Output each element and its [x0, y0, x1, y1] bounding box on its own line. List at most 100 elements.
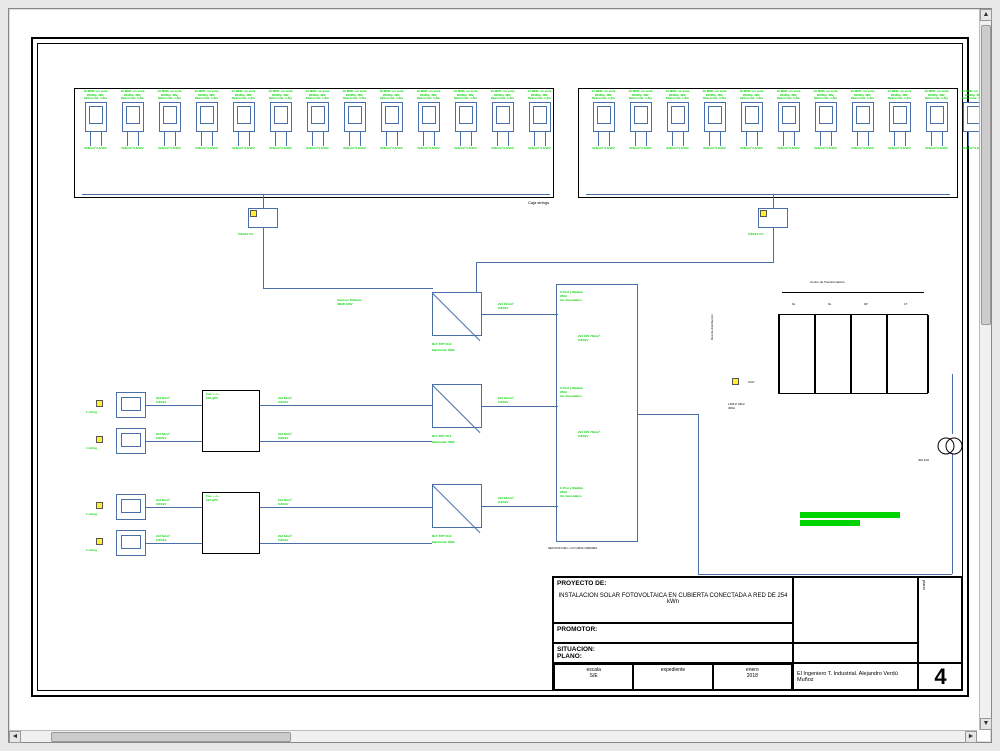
inverter-1 [432, 292, 482, 336]
pv-cable-label: 2x6mm² 0,6/1kV [84, 146, 107, 150]
wire [638, 414, 698, 415]
pv-cable-label: 2x6mm² 0,6/1kV [454, 146, 477, 150]
sheet-border-inner: 10 MOD. en serie 200Wp, 48V, Monocrist. … [37, 43, 963, 691]
inverter-3-cable: 2x2 16mm² 0,6/1kV [498, 496, 514, 504]
combiner-note-right: 0,6/1kV CC [748, 232, 764, 236]
meter-icon [732, 378, 739, 385]
pv-module-label: 10 MOD. en serie 200Wp, 48V, Monocrist. … [379, 90, 403, 101]
wire [260, 441, 432, 442]
scroll-down-button[interactable]: ▼ [980, 718, 992, 730]
pv-cable-label: 2x6mm² 0,6/1kV [740, 146, 763, 150]
combiner-caption-left: Caja strings [528, 200, 549, 205]
pv-cable-label: 2x6mm² 0,6/1kV [592, 146, 615, 150]
pv-module-label: 10 MOD. en serie 200Wp, 48V, Monocrist. … [665, 90, 689, 101]
string-marker-icon [96, 502, 103, 509]
scroll-right-button[interactable]: ► [965, 731, 977, 743]
junction-label-3: C.Prot y Medida 250A Int. Automático [560, 486, 583, 498]
pv-wire-icon [344, 132, 366, 146]
pv-wire-icon [593, 132, 615, 146]
inverter-3-below: Ref: STP 40-3 [432, 534, 451, 538]
scroll-thumb-vertical[interactable] [981, 25, 991, 325]
bay-label-1: 0L [792, 302, 795, 306]
scrollbar-vertical[interactable]: ▲ ▼ [979, 9, 991, 730]
scroll-left-button[interactable]: ◄ [9, 731, 21, 743]
xfmr-label: 400 kVA [918, 458, 929, 462]
meter-label: CGP [748, 380, 755, 384]
drawing-sheet: 10 MOD. en serie 200Wp, 48V, Monocrist. … [31, 37, 969, 697]
pv-cable-label: 2x6mm² 0,6/1kV [491, 146, 514, 150]
pv-wire-icon [381, 132, 403, 146]
tb-fecha-value: 2018 [716, 673, 789, 679]
pv-module-label: 10 MOD. en serie 200Wp, 48V, Monocrist. … [702, 90, 726, 101]
scrollbar-horizontal[interactable]: ◄ ► [9, 730, 977, 742]
cad-viewer-frame: 10 MOD. en serie 200Wp, 48V, Monocrist. … [8, 8, 992, 743]
pv-wire-icon [852, 132, 874, 146]
bay-label-4: 1T [904, 302, 908, 306]
pv-string: 10 MOD. en serie 200Wp, 48V, Monocrist. … [882, 90, 917, 150]
pv-wire-icon [233, 132, 255, 146]
pv-cable-label: 2x6mm² 0,6/1kV [269, 146, 292, 150]
pv-cable-label: 2x6mm² 0,6/1kV [232, 146, 255, 150]
bay-3 [851, 315, 887, 393]
fuse-box-label: Fus. —/— 10A gPV [206, 392, 220, 400]
tb-proyecto-text: INSTALACION SOLAR FOTOVOLTAICA EN CUBIER… [557, 593, 789, 605]
wire [952, 454, 953, 574]
pv-panel-icon [381, 102, 403, 132]
pv-wire-icon [704, 132, 726, 146]
pv-string: 10 MOD. en serie 200Wp, 48V, Monocrist. … [300, 90, 335, 150]
tb-expediente: expediente [633, 664, 712, 690]
wire [773, 194, 774, 208]
wire [482, 406, 558, 407]
pv-string: 10 MOD. en serie 200Wp, 48V, Monocrist. … [586, 90, 621, 150]
tb-bottom-row: escala S/E expediente enero 2018 [553, 663, 793, 691]
pv-panel-icon [233, 102, 255, 132]
pv-string: 10 MOD. en serie 200Wp, 48V, Monocrist. … [115, 90, 150, 150]
pv-panel-icon [741, 102, 763, 132]
wire [260, 405, 432, 406]
pv-wire-icon [926, 132, 948, 146]
tb-side-plano: plano [918, 577, 963, 663]
pv-cable-label: 2x6mm² 0,6/1kV [121, 146, 144, 150]
inverter-2-cable: 2x2 16mm² 0,6/1kV [498, 396, 514, 404]
extra-pv-panel [116, 392, 146, 418]
substation-box [778, 314, 928, 394]
pv-wire-icon [492, 132, 514, 146]
wire [146, 543, 202, 544]
pv-module-label: 10 MOD. en serie 200Wp, 48V, Monocrist. … [628, 90, 652, 101]
pv-cable-label: 2x6mm² 0,6/1kV [380, 146, 403, 150]
pv-string: 10 MOD. en serie 200Wp, 48V, Monocrist. … [808, 90, 843, 150]
pv-cable-label: 2x6mm² 0,6/1kV [666, 146, 689, 150]
title-block: PROYECTO DE: INSTALACION SOLAR FOTOVOLTA… [552, 576, 962, 690]
wire [773, 228, 774, 262]
pv-string: 10 MOD. en serie 200Wp, 48V, Monocrist. … [411, 90, 446, 150]
extra-wire-note: 2x2 6mm² 0,6/1kV [156, 498, 170, 506]
pv-module-label: 10 MOD. en serie 200Wp, 48V, Monocrist. … [850, 90, 874, 101]
pv-cable-label: 2x6mm² 0,6/1kV [528, 146, 551, 150]
scroll-thumb-horizontal[interactable] [51, 732, 291, 742]
pv-wire-icon [778, 132, 800, 146]
pv-cable-label: 2x6mm² 0,6/1kV [629, 146, 652, 150]
pv-wire-icon [85, 132, 107, 146]
pv-cable-label: 2x6mm² 0,6/1kV [888, 146, 911, 150]
pv-module-label: 10 MOD. en serie 200Wp, 48V, Monocrist. … [776, 90, 800, 101]
protection-cabinet [556, 284, 638, 542]
scroll-up-button[interactable]: ▲ [980, 9, 992, 21]
extra-string-label: 1 string [86, 512, 97, 516]
inverter-2 [432, 384, 482, 428]
pv-panel-icon [122, 102, 144, 132]
wire [476, 262, 774, 263]
pv-panel-icon [85, 102, 107, 132]
ground-label: Puesta a tierra [800, 512, 900, 518]
pv-string: 10 MOD. en serie 200Wp, 48V, Monocrist. … [337, 90, 372, 150]
pv-wire-icon [667, 132, 689, 146]
extra-pv-panel [116, 428, 146, 454]
extra-wire-note-2: 2x2 6mm² 0,6/1kV [278, 498, 292, 506]
pv-string: 10 MOD. en serie 200Wp, 48V, Monocrist. … [226, 90, 261, 150]
tb-escala: escala S/E [554, 664, 633, 690]
wire [263, 194, 264, 208]
pv-panel-icon [270, 102, 292, 132]
pv-string: 10 MOD. en serie 200Wp, 48V, Monocrist. … [78, 90, 113, 150]
pv-cable-label: 2x6mm² 0,6/1kV [417, 146, 440, 150]
wire [146, 405, 202, 406]
junction-label-2: C.Prot y Medida 250A Int. Automático [560, 386, 583, 398]
